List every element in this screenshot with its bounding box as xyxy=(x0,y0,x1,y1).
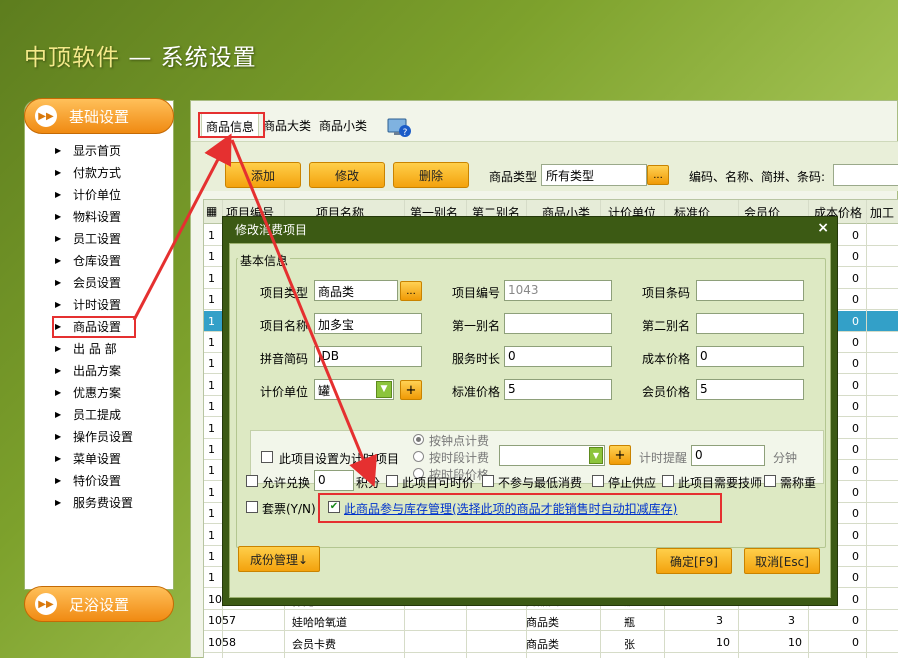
arrow-to-tab xyxy=(132,133,232,321)
annotation-arrows xyxy=(132,133,378,488)
arrow-to-stock-option xyxy=(230,139,378,488)
